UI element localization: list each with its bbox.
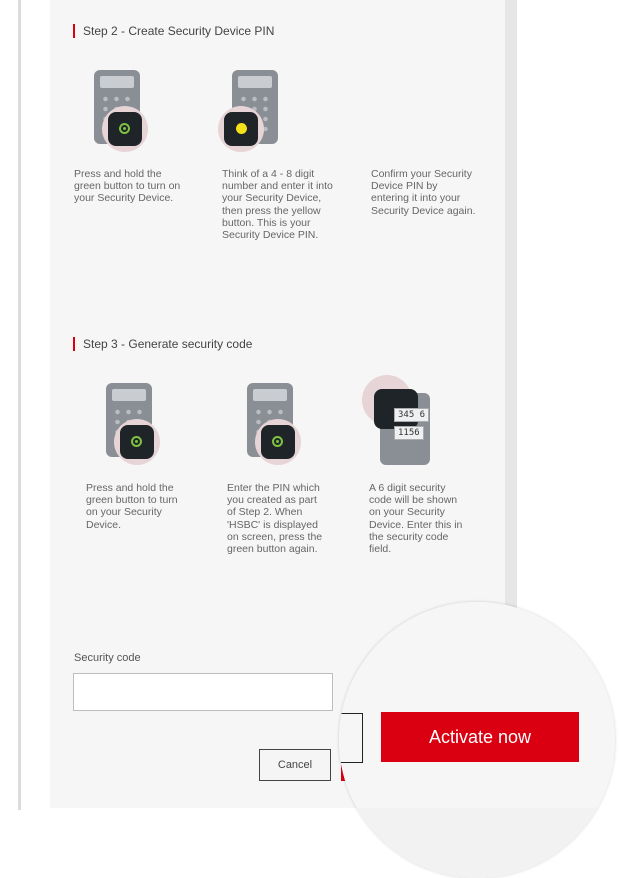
heading-accent-bar (73, 337, 75, 351)
heading-accent-bar (73, 24, 75, 38)
step2-caption-1: Press and hold the green button to turn … (74, 168, 181, 205)
cancel-button[interactable]: Cancel (259, 749, 331, 781)
magnified-panel (339, 602, 615, 808)
magnifier-callout: Activate now (339, 602, 615, 878)
magnified-footer (339, 808, 615, 878)
step2-heading-text: Step 2 - Create Security Device PIN (83, 24, 275, 38)
step2-caption-3: Confirm your Security Device PIN by ente… (371, 168, 476, 217)
security-device-code-screen-icon: 345 6 1156 (362, 375, 442, 465)
step2-caption-2: Think of a 4 - 8 digit number and enter … (222, 168, 333, 242)
security-device-green-button-icon (92, 381, 172, 471)
security-device-green-button-icon (80, 68, 160, 158)
magnified-input-edge (339, 713, 363, 763)
security-code-input[interactable] (73, 673, 333, 711)
page-edge (18, 0, 21, 810)
step3-caption-3: A 6 digit security code will be shown on… (369, 482, 463, 556)
step3-caption-1: Press and hold the green button to turn … (86, 482, 178, 531)
security-device-yellow-button-icon (206, 68, 286, 158)
device-screen-line-1: 345 6 (394, 408, 430, 422)
step3-heading: Step 3 - Generate security code (73, 337, 252, 351)
security-code-label: Security code (74, 652, 141, 664)
step2-heading: Step 2 - Create Security Device PIN (73, 24, 274, 38)
security-device-green-button-icon (233, 381, 313, 471)
device-screen-line-2: 1156 (394, 426, 424, 440)
step3-heading-text: Step 3 - Generate security code (83, 337, 253, 351)
step3-caption-2: Enter the PIN which you created as part … (227, 482, 323, 556)
activate-now-button[interactable]: Activate now (381, 712, 579, 762)
